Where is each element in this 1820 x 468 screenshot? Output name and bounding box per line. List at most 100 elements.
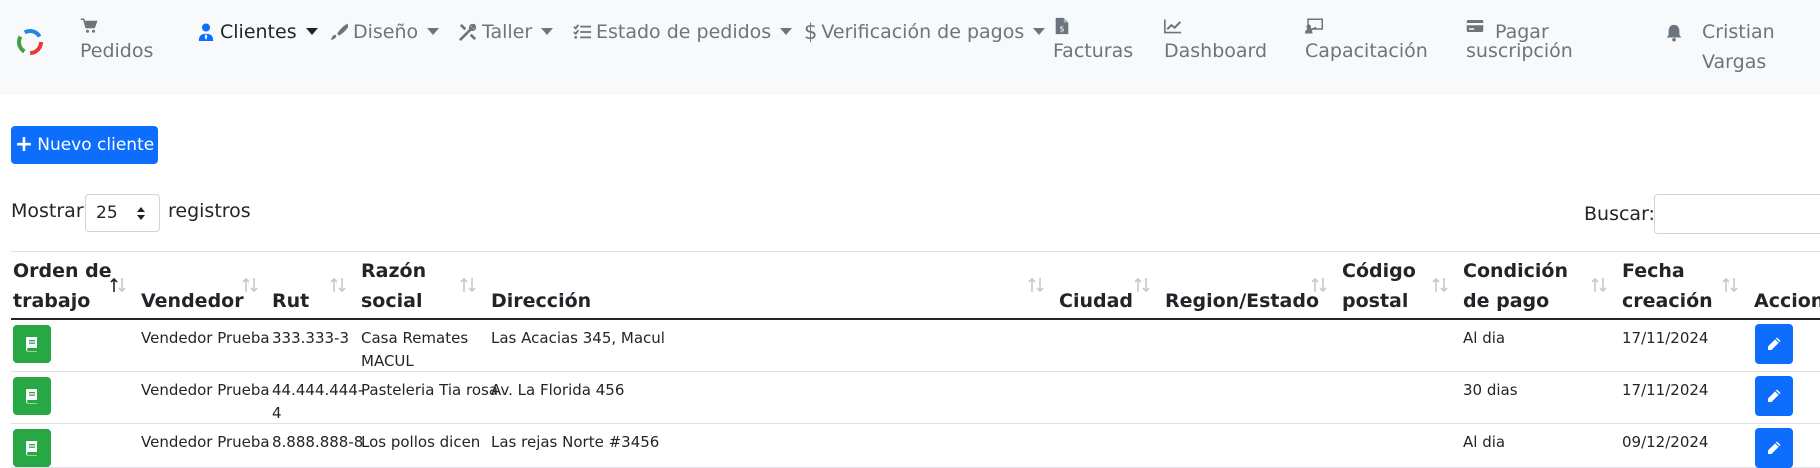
th-region-estado[interactable]: Region/Estado bbox=[1165, 286, 1319, 316]
th-fecha-line-1: Fecha bbox=[1622, 260, 1685, 282]
th-region-label: Region/Estado bbox=[1165, 290, 1319, 312]
work-order-button[interactable] bbox=[13, 377, 51, 415]
chevron-down-icon bbox=[427, 27, 440, 35]
nav-pagar-label-1: Pagar bbox=[1495, 21, 1549, 43]
th-ciudad[interactable]: Ciudad bbox=[1059, 286, 1133, 316]
cell-rut-line-1: 8.888.888-8 bbox=[272, 433, 364, 451]
th-condicion-line-2: de pago bbox=[1463, 290, 1550, 312]
nav-user[interactable]: Cristian Vargas bbox=[1665, 17, 1775, 77]
cell-condicion: Al dia bbox=[1463, 433, 1506, 451]
th-razon-line-1: Razón bbox=[361, 260, 427, 282]
cell-condicion: Al dia bbox=[1463, 329, 1506, 347]
edit-button[interactable] bbox=[1755, 428, 1793, 468]
nav-verificacion-pagos-label: Verificación de pagos bbox=[821, 21, 1025, 43]
tools-icon bbox=[459, 23, 477, 41]
th-acciones: Acciones bbox=[1754, 286, 1820, 316]
chart-line-icon bbox=[1164, 19, 1182, 34]
user-tie-icon bbox=[198, 23, 214, 41]
nav-diseno[interactable]: Diseño bbox=[330, 17, 440, 47]
nav-facturas-label: Facturas bbox=[1053, 40, 1134, 62]
tasks-icon bbox=[573, 24, 591, 39]
nav-dashboard[interactable]: Dashboard bbox=[1164, 17, 1267, 66]
th-vendedor-label: Vendedor bbox=[141, 290, 244, 312]
nav-verificacion-pagos[interactable]: $ Verificación de pagos bbox=[804, 17, 1046, 47]
length-suffix: registros bbox=[168, 200, 251, 222]
sort-asc-icon[interactable] bbox=[109, 276, 127, 294]
chevron-down-icon bbox=[780, 27, 793, 35]
new-client-button[interactable]: + Nuevo cliente bbox=[11, 126, 158, 164]
th-vendedor[interactable]: Vendedor bbox=[141, 286, 244, 316]
clients-table: Orden de trabajo Vendedor Rut Razón soci… bbox=[11, 251, 1820, 468]
th-orden-line-1: Orden de bbox=[13, 260, 112, 282]
sort-icon[interactable] bbox=[1133, 276, 1151, 294]
edit-button[interactable] bbox=[1755, 324, 1793, 364]
cell-fecha: 09/12/2024 bbox=[1622, 433, 1709, 451]
chevron-down-icon bbox=[1033, 27, 1046, 35]
th-fecha-creacion[interactable]: Fecha creación bbox=[1622, 256, 1713, 316]
cell-direccion: Las rejas Norte #3456 bbox=[491, 433, 660, 451]
th-acciones-label: Acciones bbox=[1754, 290, 1820, 312]
brand-logo[interactable] bbox=[12, 28, 48, 72]
table-row: Vendedor Prueba 333.333-3 Casa Remates MA… bbox=[11, 320, 1820, 372]
credit-card-icon bbox=[1466, 20, 1484, 32]
book-icon bbox=[26, 441, 37, 456]
search-input[interactable] bbox=[1654, 194, 1820, 234]
nav-taller[interactable]: Taller bbox=[459, 17, 554, 47]
new-client-label: Nuevo cliente bbox=[37, 135, 155, 155]
cell-razon-social: Los pollos dicen bbox=[361, 431, 480, 454]
sort-icon[interactable] bbox=[1431, 276, 1449, 294]
th-codigo-line-2: postal bbox=[1342, 290, 1409, 312]
nav-dashboard-label: Dashboard bbox=[1164, 40, 1268, 62]
nav-pedidos[interactable]: Pedidos bbox=[80, 17, 153, 66]
work-order-button[interactable] bbox=[13, 325, 51, 363]
sort-icon[interactable] bbox=[1310, 276, 1328, 294]
book-icon bbox=[26, 337, 37, 352]
th-direccion-label: Dirección bbox=[491, 290, 592, 312]
cell-razon-line-2: MACUL bbox=[361, 352, 414, 370]
svg-text:$: $ bbox=[1059, 23, 1064, 33]
sort-icon[interactable] bbox=[1721, 276, 1739, 294]
th-orden-trabajo[interactable]: Orden de trabajo bbox=[13, 256, 112, 316]
th-razon-social[interactable]: Razón social bbox=[361, 256, 426, 316]
sort-icon[interactable] bbox=[459, 276, 477, 294]
cell-razon-line-1: Pasteleria Tia rosa bbox=[361, 381, 499, 399]
nav-pagar-suscripcion[interactable]: Pagar suscripción bbox=[1466, 17, 1573, 66]
nav-facturas[interactable]: $ Facturas bbox=[1053, 17, 1133, 66]
search-label: Buscar: bbox=[1584, 203, 1655, 225]
th-condicion-pago[interactable]: Condición de pago bbox=[1463, 256, 1568, 316]
edit-button[interactable] bbox=[1755, 376, 1793, 416]
cell-fecha: 17/11/2024 bbox=[1622, 381, 1709, 399]
th-rut-label: Rut bbox=[272, 290, 310, 312]
cell-rut-line-1: 44.444.444- bbox=[272, 381, 364, 399]
top-navbar: Pedidos Clientes Diseño Taller Estado de… bbox=[0, 0, 1820, 95]
th-rut[interactable]: Rut bbox=[272, 286, 309, 316]
sort-icon[interactable] bbox=[329, 276, 347, 294]
th-direccion[interactable]: Dirección bbox=[491, 286, 591, 316]
nav-capacitacion[interactable]: Capacitación bbox=[1305, 17, 1428, 66]
cell-direccion: Av. La Florida 456 bbox=[491, 381, 625, 399]
cell-condicion: 30 dias bbox=[1463, 381, 1518, 399]
th-razon-line-2: social bbox=[361, 290, 423, 312]
nav-estado-pedidos-label: Estado de pedidos bbox=[596, 21, 772, 43]
sort-icon[interactable] bbox=[241, 276, 259, 294]
nav-estado-pedidos[interactable]: Estado de pedidos bbox=[573, 17, 793, 47]
length-prefix: Mostrar bbox=[11, 200, 84, 222]
nav-clientes[interactable]: Clientes bbox=[197, 17, 318, 47]
sort-icon[interactable] bbox=[1590, 276, 1608, 294]
table-header: Orden de trabajo Vendedor Rut Razón soci… bbox=[11, 251, 1820, 320]
th-codigo-postal[interactable]: Código postal bbox=[1342, 256, 1416, 316]
chevron-down-icon bbox=[305, 27, 318, 35]
nav-diseno-label: Diseño bbox=[353, 21, 419, 43]
cell-rut: 8.888.888-8 bbox=[272, 431, 363, 454]
page-length-select[interactable]: 25 bbox=[85, 194, 160, 232]
pencil-icon bbox=[1768, 389, 1781, 402]
cell-razon-social: Casa Remates MACUL bbox=[361, 327, 468, 373]
th-condicion-line-1: Condición bbox=[1463, 260, 1568, 282]
cell-vendedor: Vendedor Prueba bbox=[141, 381, 270, 399]
nav-capacitacion-label: Capacitación bbox=[1305, 40, 1428, 62]
work-order-button[interactable] bbox=[13, 429, 51, 467]
chevron-down-icon bbox=[541, 27, 554, 35]
bell-icon bbox=[1666, 24, 1682, 42]
pencil-icon bbox=[1768, 441, 1781, 454]
sort-icon[interactable] bbox=[1027, 276, 1045, 294]
